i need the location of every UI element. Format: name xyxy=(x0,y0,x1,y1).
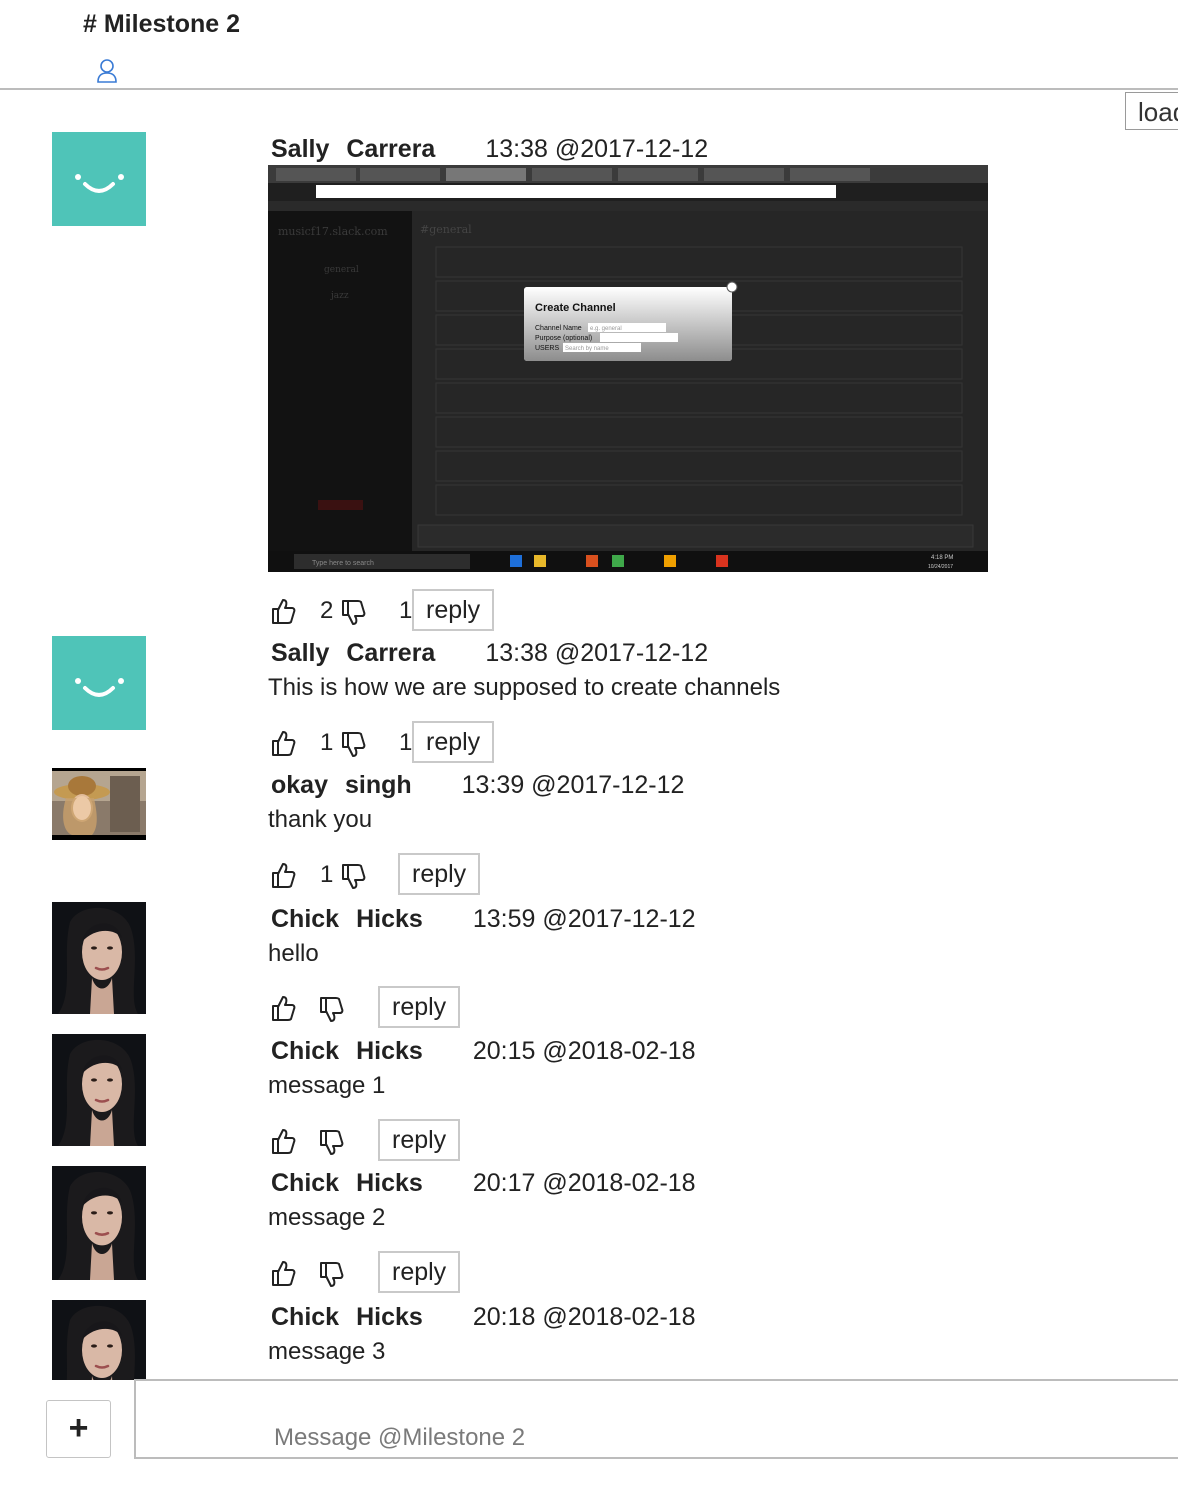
screenshot-modal-title: Create Channel xyxy=(535,302,616,314)
thumbs-down-icon[interactable] xyxy=(340,861,366,891)
message-header: Chick Hicks 20:18 @2018-02-18 xyxy=(271,1303,696,1332)
message-text: hello xyxy=(268,940,319,967)
author-first-name: okay xyxy=(271,771,328,799)
user-outline-icon[interactable] xyxy=(96,58,118,84)
author-first-name: Chick xyxy=(271,1037,340,1065)
reply-button[interactable]: reply xyxy=(378,1119,461,1161)
message-timestamp: 13:38 @2017-12-12 xyxy=(485,639,709,667)
photo-woman-hat-avatar xyxy=(52,768,146,840)
thumbs-up-icon[interactable] xyxy=(270,729,296,759)
like-count: 1 xyxy=(320,861,334,888)
message-header: Chick Hicks 20:15 @2018-02-18 xyxy=(271,1037,696,1066)
screenshot-modal-placeholder: e.g. general xyxy=(590,326,622,332)
screenshot-modal-label: USERS xyxy=(535,345,559,352)
thumbs-up-icon[interactable] xyxy=(270,1259,296,1289)
message-text: message 2 xyxy=(268,1204,386,1231)
author-first-name: Chick xyxy=(271,1303,340,1331)
thumbs-up-icon[interactable] xyxy=(270,861,296,891)
screenshot-modal-label: Purpose (optional) xyxy=(535,335,592,342)
reply-button[interactable]: reply xyxy=(378,1251,461,1293)
dislike-count: 1 xyxy=(399,729,413,756)
screenshot-sidebar-channel: general xyxy=(324,265,359,275)
message-header: Chick Hicks 13:59 @2017-12-12 xyxy=(271,905,696,934)
screenshot-attachment[interactable]: musicf17.slack.com general jazz #general… xyxy=(268,165,988,572)
thumbs-down-icon[interactable] xyxy=(340,597,366,627)
add-attachment-button[interactable]: + xyxy=(46,1400,111,1458)
message-timestamp: 20:15 @2018-02-18 xyxy=(472,1037,696,1065)
avatar xyxy=(52,768,146,840)
load-more-button[interactable]: load xyxy=(1125,92,1178,130)
thumbs-down-icon[interactable] xyxy=(318,1127,344,1157)
author-first-name: Sally xyxy=(271,135,330,163)
reply-button[interactable]: reply xyxy=(412,721,495,763)
message-timestamp: 13:38 @2017-12-12 xyxy=(485,135,709,163)
header-divider xyxy=(0,88,1178,90)
reply-button[interactable]: reply xyxy=(378,986,461,1028)
avatar xyxy=(52,132,146,226)
author-last-name: Hicks xyxy=(356,905,423,933)
message-text: This is how we are supposed to create ch… xyxy=(268,674,781,701)
message-header: Sally Carrera 13:38 @2017-12-12 xyxy=(271,135,708,164)
author-last-name: singh xyxy=(344,771,412,799)
thumbs-up-icon[interactable] xyxy=(270,994,296,1024)
author-first-name: Sally xyxy=(271,639,330,667)
message-text: message 3 xyxy=(268,1338,386,1365)
author-first-name: Chick xyxy=(271,1169,340,1197)
screenshot-modal-label: Channel Name xyxy=(535,325,582,332)
screenshot-date: 10/24/2017 xyxy=(928,564,953,570)
avatar xyxy=(52,1166,146,1280)
screenshot-sidebar-channel: jazz xyxy=(330,291,349,301)
thumbs-up-icon[interactable] xyxy=(270,597,296,627)
photo-woman-portrait-avatar xyxy=(52,1166,146,1280)
like-count: 2 xyxy=(320,597,334,624)
message-timestamp: 13:59 @2017-12-12 xyxy=(472,905,696,933)
teal-smiley-avatar xyxy=(52,636,146,730)
screenshot-modal-placeholder: Search by name xyxy=(565,346,609,352)
message-text: message 1 xyxy=(268,1072,386,1099)
screenshot-workspace-name: musicf17.slack.com xyxy=(278,225,388,238)
thumbs-down-icon[interactable] xyxy=(340,729,366,759)
reply-button[interactable]: reply xyxy=(412,589,495,631)
message-timestamp: 13:39 @2017-12-12 xyxy=(461,771,685,799)
message-header: okay singh 13:39 @2017-12-12 xyxy=(271,771,684,800)
avatar xyxy=(52,1300,146,1380)
photo-woman-portrait-avatar xyxy=(52,1300,146,1380)
photo-woman-portrait-avatar xyxy=(52,902,146,1014)
dislike-count: 1 xyxy=(399,597,413,624)
screenshot-channel-header: #general xyxy=(420,223,472,236)
author-first-name: Chick xyxy=(271,905,340,933)
author-last-name: Hicks xyxy=(356,1169,423,1197)
message-header: Chick Hicks 20:17 @2018-02-18 xyxy=(271,1169,696,1198)
teal-smiley-avatar xyxy=(52,132,146,226)
author-last-name: Hicks xyxy=(356,1037,423,1065)
screenshot-taskbar-search: Type here to search xyxy=(312,560,374,567)
message-input[interactable] xyxy=(274,1422,1154,1454)
message-timestamp: 20:18 @2018-02-18 xyxy=(472,1303,696,1331)
reply-button[interactable]: reply xyxy=(398,853,481,895)
message-header: Sally Carrera 13:38 @2017-12-12 xyxy=(271,639,708,668)
like-count: 1 xyxy=(320,729,334,756)
author-last-name: Carrera xyxy=(346,639,436,667)
avatar xyxy=(52,902,146,1014)
thumbs-down-icon[interactable] xyxy=(318,1259,344,1289)
message-timestamp: 20:17 @2018-02-18 xyxy=(472,1169,696,1197)
photo-woman-portrait-avatar xyxy=(52,1034,146,1146)
thumbs-down-icon[interactable] xyxy=(318,994,344,1024)
avatar xyxy=(52,636,146,730)
author-last-name: Hicks xyxy=(356,1303,423,1331)
channel-title: # Milestone 2 xyxy=(83,10,240,38)
screenshot-clock: 4:18 PM xyxy=(931,555,953,561)
avatar xyxy=(52,1034,146,1146)
thumbs-up-icon[interactable] xyxy=(270,1127,296,1157)
message-text: thank you xyxy=(268,806,373,833)
author-last-name: Carrera xyxy=(346,135,436,163)
